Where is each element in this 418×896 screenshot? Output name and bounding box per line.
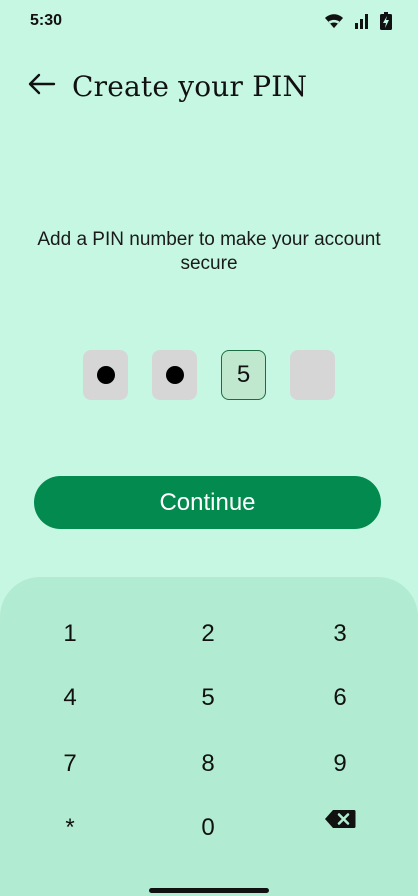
app-header: Create your PIN [26,64,398,108]
key-4[interactable]: 4 [30,673,110,723]
status-icons [324,12,392,30]
pin-box-2[interactable] [152,350,197,400]
instruction-text: Add a PIN number to make your account se… [37,229,381,274]
pin-digit: 5 [236,361,251,388]
home-indicator[interactable] [149,888,269,893]
continue-button[interactable]: Continue [34,476,381,529]
pin-dot [96,366,115,384]
backspace-button[interactable] [300,797,380,847]
arrow-left-icon [26,72,56,101]
wifi-icon [324,13,344,29]
page-title: Create your PIN [72,69,308,103]
battery-charging-icon [380,12,392,30]
status-bar: 5:30 [0,0,418,44]
key-9[interactable]: 9 [300,739,380,789]
key-2[interactable]: 2 [168,609,248,659]
key-8[interactable]: 8 [168,739,248,789]
key-0[interactable]: 0 [168,803,248,853]
key-6[interactable]: 6 [300,673,380,723]
key-star[interactable]: * [30,803,110,853]
numeric-keypad: 1 2 3 4 5 6 7 8 9 * 0 [0,577,418,896]
key-1[interactable]: 1 [30,609,110,659]
backspace-icon [324,808,356,836]
create-pin-screen: 5:30 Create your PIN Add a PIN number to… [0,0,418,896]
signal-icon [354,13,370,29]
key-7[interactable]: 7 [30,739,110,789]
pin-box-4[interactable] [290,350,335,400]
status-time: 5:30 [30,12,63,29]
key-3[interactable]: 3 [300,609,380,659]
pin-dot [165,366,184,384]
pin-box-1[interactable] [83,350,128,400]
key-5[interactable]: 5 [168,673,248,723]
pin-input[interactable]: 5 [83,350,335,400]
back-button[interactable] [26,68,62,104]
pin-box-3[interactable]: 5 [221,350,266,400]
